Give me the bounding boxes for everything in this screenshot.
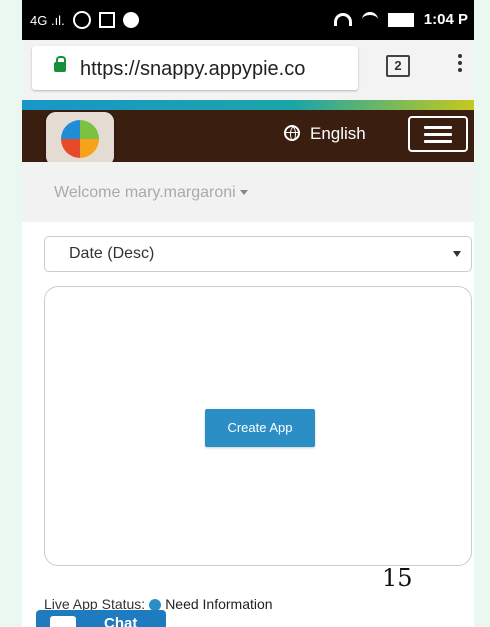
address-bar[interactable]: https://snappy.appypie.co (32, 46, 358, 90)
globe-icon (284, 125, 300, 141)
headphones-icon (333, 13, 352, 26)
language-selector[interactable]: English (310, 124, 366, 144)
page-number: 15 (382, 564, 413, 592)
color-strip (22, 100, 474, 110)
chat-button[interactable]: Chat (36, 610, 166, 627)
user-dropdown[interactable]: Welcome mary.margaroni (54, 184, 248, 202)
status-value: Need Information (165, 596, 273, 612)
messenger-icon (122, 12, 139, 28)
clock: 1:04 P (423, 11, 468, 28)
battery-icon (387, 12, 414, 27)
gallery-icon (98, 12, 115, 28)
browser-toolbar: https://snappy.appypie.co 2 (22, 40, 474, 100)
status-right: 1:04 P (333, 11, 468, 28)
sort-select[interactable]: Date (Desc) (44, 236, 472, 272)
welcome-text: Welcome mary.margaroni (54, 184, 236, 201)
wifi-icon (361, 12, 378, 27)
screenshot-frame: 4G .ıl. 1:04 P https://snappy.appypie.co… (0, 0, 490, 627)
network-indicator: 4G .ıl. (30, 12, 65, 28)
hamburger-menu-button[interactable] (408, 116, 468, 152)
caret-down-icon (239, 190, 248, 196)
app-card: Create App (44, 286, 472, 566)
chat-icon (50, 616, 76, 627)
status-bar: 4G .ıl. 1:04 P (22, 0, 474, 40)
more-options-icon[interactable] (458, 54, 462, 75)
dropdown-arrow-icon (453, 251, 461, 257)
url-text: https://snappy.appypie.co (80, 58, 306, 80)
tab-switcher-button[interactable]: 2 (386, 55, 410, 77)
status-left: 4G .ıl. (30, 11, 139, 29)
app-logo[interactable] (46, 112, 114, 166)
create-app-button[interactable]: Create App (205, 409, 315, 447)
welcome-bar: Welcome mary.margaroni (22, 162, 474, 222)
lock-icon (54, 56, 66, 72)
sort-selected-value: Date (Desc) (69, 245, 155, 262)
chat-label: Chat (104, 615, 138, 627)
phone-screen: 4G .ıl. 1:04 P https://snappy.appypie.co… (22, 0, 474, 627)
app-header: English (22, 110, 474, 166)
whatsapp-icon (72, 11, 91, 29)
